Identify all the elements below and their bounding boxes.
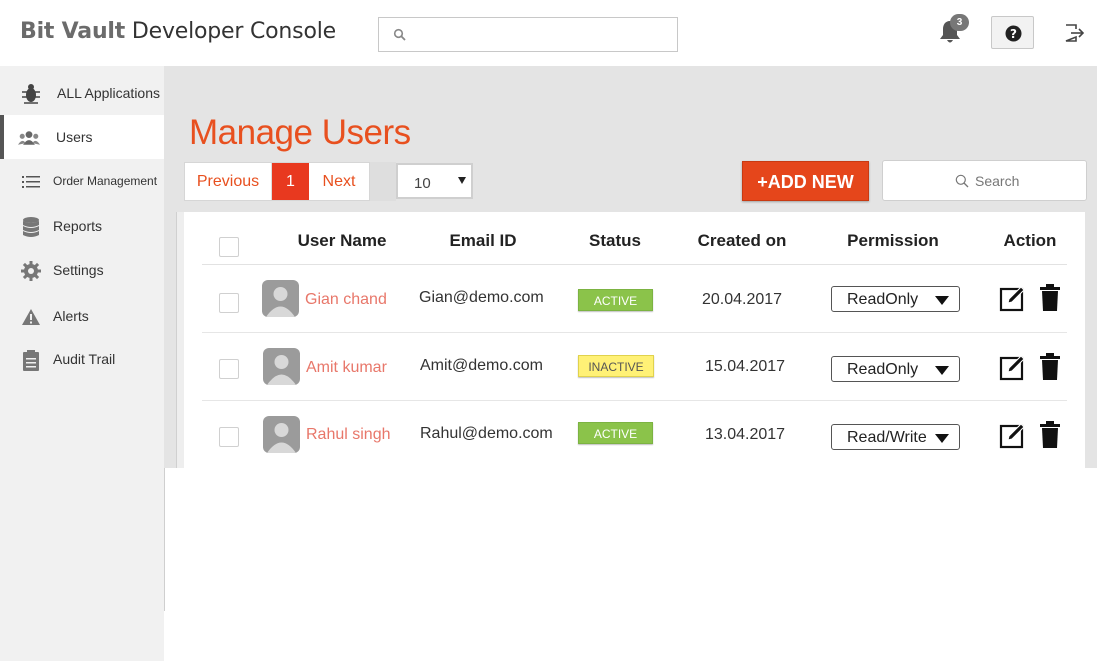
logout-icon[interactable] [1064,23,1086,43]
list-icon [22,176,40,188]
user-name-link[interactable]: Rahul singh [306,426,391,444]
status-badge: ACTIVE [578,289,653,311]
brand-subtitle: Developer Console [131,19,336,44]
chevron-down-icon [935,434,949,443]
chevron-down-icon [458,177,466,184]
sidebar-item-label: Users [56,129,93,145]
panel-edge [176,212,184,468]
sidebar-item-settings[interactable]: Settings [0,248,164,292]
sidebar-item-all-applications[interactable]: ALL Applications [0,70,164,114]
row-divider [202,332,1067,333]
row-divider [202,400,1067,401]
sidebar-item-audit-trail[interactable]: Audit Trail [0,337,164,381]
user-silhouette-icon [267,355,296,385]
column-header-created-on[interactable]: Created on [682,231,802,251]
edit-icon[interactable] [999,284,1027,312]
sidebar-item-alerts[interactable]: Alerts [0,294,164,338]
user-name-link[interactable]: Amit kumar [306,359,387,377]
created-date: 15.04.2017 [705,358,786,375]
column-header-user-name[interactable]: User Name [282,231,402,251]
sidebar-item-users[interactable]: Users [0,115,164,159]
add-new-button[interactable]: +ADD NEW [742,161,869,201]
created-date: 13.04.2017 [705,426,786,443]
previous-page-button[interactable]: Previous [185,163,272,200]
status-badge: ACTIVE [578,422,653,444]
brand-name: Bit Vault [20,19,126,44]
permission-value: ReadOnly [847,361,919,378]
users-icon [18,131,40,145]
sidebar-item-order-management[interactable]: Order Management [0,159,164,203]
select-all-checkbox[interactable] [219,237,239,257]
avatar [262,280,299,317]
current-page-button[interactable]: 1 [272,163,309,200]
user-name-link[interactable]: Gian chand [305,291,387,309]
user-silhouette-icon [267,423,296,453]
column-header-action: Action [1003,231,1057,250]
help-button[interactable]: ? [991,16,1034,49]
search-icon [955,174,969,188]
trash-icon[interactable] [1039,353,1061,381]
svg-text:?: ? [1010,27,1017,41]
column-header-email[interactable]: Email ID [428,231,538,251]
row-checkbox[interactable] [219,293,239,313]
user-silhouette-icon [266,287,295,317]
user-search[interactable]: Search [882,160,1087,201]
trash-icon[interactable] [1039,421,1061,449]
user-email: Rahul@demo.com [420,425,553,442]
avatar [263,348,300,385]
global-search-input[interactable] [413,24,663,46]
permission-value: ReadOnly [847,291,919,308]
gear-icon [21,261,41,281]
search-icon [393,28,406,41]
permission-select[interactable]: ReadOnly [831,286,960,312]
spacer [370,162,396,201]
column-header-permission[interactable]: Permission [833,231,953,251]
sidebar-item-label: ALL Applications [57,85,160,101]
permission-value: Read/Write [847,429,927,446]
warning-icon [22,309,40,325]
created-date: 20.04.2017 [702,291,783,308]
permission-select[interactable]: ReadOnly [831,356,960,382]
column-header-status[interactable]: Status [575,231,655,251]
pagination: Previous 1 Next [184,162,370,201]
app-title: Bit Vault Developer Console [20,19,336,44]
sidebar-item-label: Audit Trail [53,351,116,367]
edit-icon[interactable] [999,353,1027,381]
status-badge: INACTIVE [578,355,654,377]
database-icon [23,217,39,237]
row-checkbox[interactable] [219,359,239,379]
question-icon: ? [1005,25,1022,42]
sidebar-item-reports[interactable]: Reports [0,204,164,248]
sidebar-item-label: Alerts [53,308,89,324]
permission-select[interactable]: Read/Write [831,424,960,450]
header-divider [202,264,1067,265]
next-page-button[interactable]: Next [309,163,369,200]
sidebar-item-label: Settings [53,262,104,278]
search-placeholder: Search [975,173,1020,189]
per-page-select[interactable]: 10 [396,163,473,199]
chevron-down-icon [935,296,949,305]
trash-icon[interactable] [1039,284,1061,312]
notification-badge: 3 [950,14,969,31]
sidebar-item-label: Order Management [53,174,158,188]
user-email: Gian@demo.com [419,289,544,306]
per-page-value: 10 [414,175,431,192]
avatar [263,416,300,453]
top-header: Bit Vault Developer Console 3 ? [0,0,1097,66]
user-email: Amit@demo.com [420,357,543,374]
bug-icon [22,84,40,104]
global-search[interactable] [378,17,678,52]
divider [164,468,165,611]
clipboard-icon [23,350,39,371]
chevron-down-icon [935,366,949,375]
sidebar-item-label: Reports [53,218,103,234]
edit-icon[interactable] [999,421,1027,449]
row-checkbox[interactable] [219,427,239,447]
page-title: Manage Users [189,113,411,152]
